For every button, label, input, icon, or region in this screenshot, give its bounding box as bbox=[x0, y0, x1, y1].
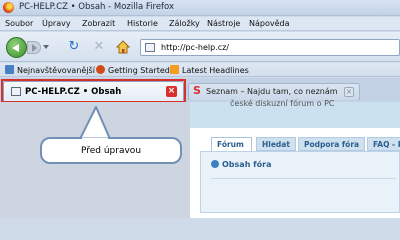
bookmark-getting-started[interactable]: Getting Started bbox=[96, 65, 170, 75]
history-dropdown-icon[interactable] bbox=[43, 45, 49, 49]
stop-icon[interactable]: ✕ bbox=[92, 40, 106, 54]
menu-nastroje[interactable]: Nástroje bbox=[207, 19, 240, 28]
back-arrow-icon[interactable] bbox=[6, 37, 27, 58]
bookmark-page-icon bbox=[5, 65, 14, 74]
bookmark-label: Getting Started bbox=[108, 66, 170, 75]
section-title-text: Obsah fóra bbox=[222, 160, 272, 169]
menu-bar: Soubor Úpravy Zobrazit Historie Záložky … bbox=[0, 17, 400, 31]
page-favicon-icon bbox=[145, 43, 155, 52]
forum-tab-support[interactable]: Podpora fóra bbox=[298, 137, 366, 151]
bookmark-label: Latest Headlines bbox=[182, 66, 249, 75]
forum-panel: Obsah fóra bbox=[200, 151, 400, 213]
reload-icon[interactable]: ↻ bbox=[67, 40, 81, 54]
bookmark-latest-headlines[interactable]: Latest Headlines bbox=[170, 65, 249, 75]
firefox-logo-icon bbox=[3, 2, 14, 13]
tab-label: Seznam – Najdu tam, co neznám bbox=[206, 87, 338, 96]
forward-arrow-icon[interactable] bbox=[27, 41, 41, 54]
home-icon[interactable] bbox=[115, 40, 131, 54]
annotation-callout: Před úpravou bbox=[40, 137, 182, 164]
forum-tab-forum[interactable]: Fórum bbox=[211, 137, 252, 151]
url-text[interactable]: http://pc-help.cz/ bbox=[161, 43, 229, 52]
site-tagline: české diskuzní fórum o PC bbox=[230, 99, 335, 108]
window-title: PC-HELP.CZ • Obsah - Mozilla Firefox bbox=[19, 2, 175, 12]
menu-zobrazit[interactable]: Zobrazit bbox=[82, 19, 115, 28]
home-bullet-icon bbox=[211, 160, 219, 168]
url-bar[interactable]: http://pc-help.cz/ bbox=[140, 39, 400, 56]
getting-started-icon bbox=[96, 65, 105, 74]
page-content: české diskuzní fórum o PC Fórum Hledat P… bbox=[190, 99, 400, 218]
site-header: české diskuzní fórum o PC bbox=[190, 99, 400, 128]
menu-soubor[interactable]: Soubor bbox=[5, 19, 33, 28]
menu-upravy[interactable]: Úpravy bbox=[42, 19, 71, 28]
window-titlebar: PC-HELP.CZ • Obsah - Mozilla Firefox bbox=[0, 0, 400, 16]
menu-napoveda[interactable]: Nápověda bbox=[249, 19, 290, 28]
highlight-rectangle bbox=[1, 79, 186, 103]
bookmark-label: Nejnavštěvovanější bbox=[17, 66, 95, 75]
navigation-toolbar: ↻ ✕ http://pc-help.cz/ bbox=[0, 32, 400, 62]
forum-tab-faq[interactable]: FAQ - R bbox=[367, 137, 400, 151]
bookmark-most-visited[interactable]: Nejnavštěvovanější bbox=[5, 65, 95, 75]
bookmarks-toolbar: Nejnavštěvovanější Getting Started Lates… bbox=[0, 63, 400, 77]
tab-seznam[interactable]: S Seznam – Najdu tam, co neznám × bbox=[188, 83, 360, 100]
seznam-logo-icon: S bbox=[193, 84, 201, 97]
menu-historie[interactable]: Historie bbox=[127, 19, 158, 28]
rss-feed-icon bbox=[170, 65, 179, 74]
close-tab-icon[interactable]: × bbox=[344, 87, 354, 97]
callout-text: Před úpravou bbox=[80, 146, 142, 156]
menu-zalozky[interactable]: Záložky bbox=[169, 19, 200, 28]
forum-tab-search[interactable]: Hledat bbox=[256, 137, 296, 151]
section-title[interactable]: Obsah fóra bbox=[211, 160, 272, 169]
divider bbox=[211, 178, 396, 179]
